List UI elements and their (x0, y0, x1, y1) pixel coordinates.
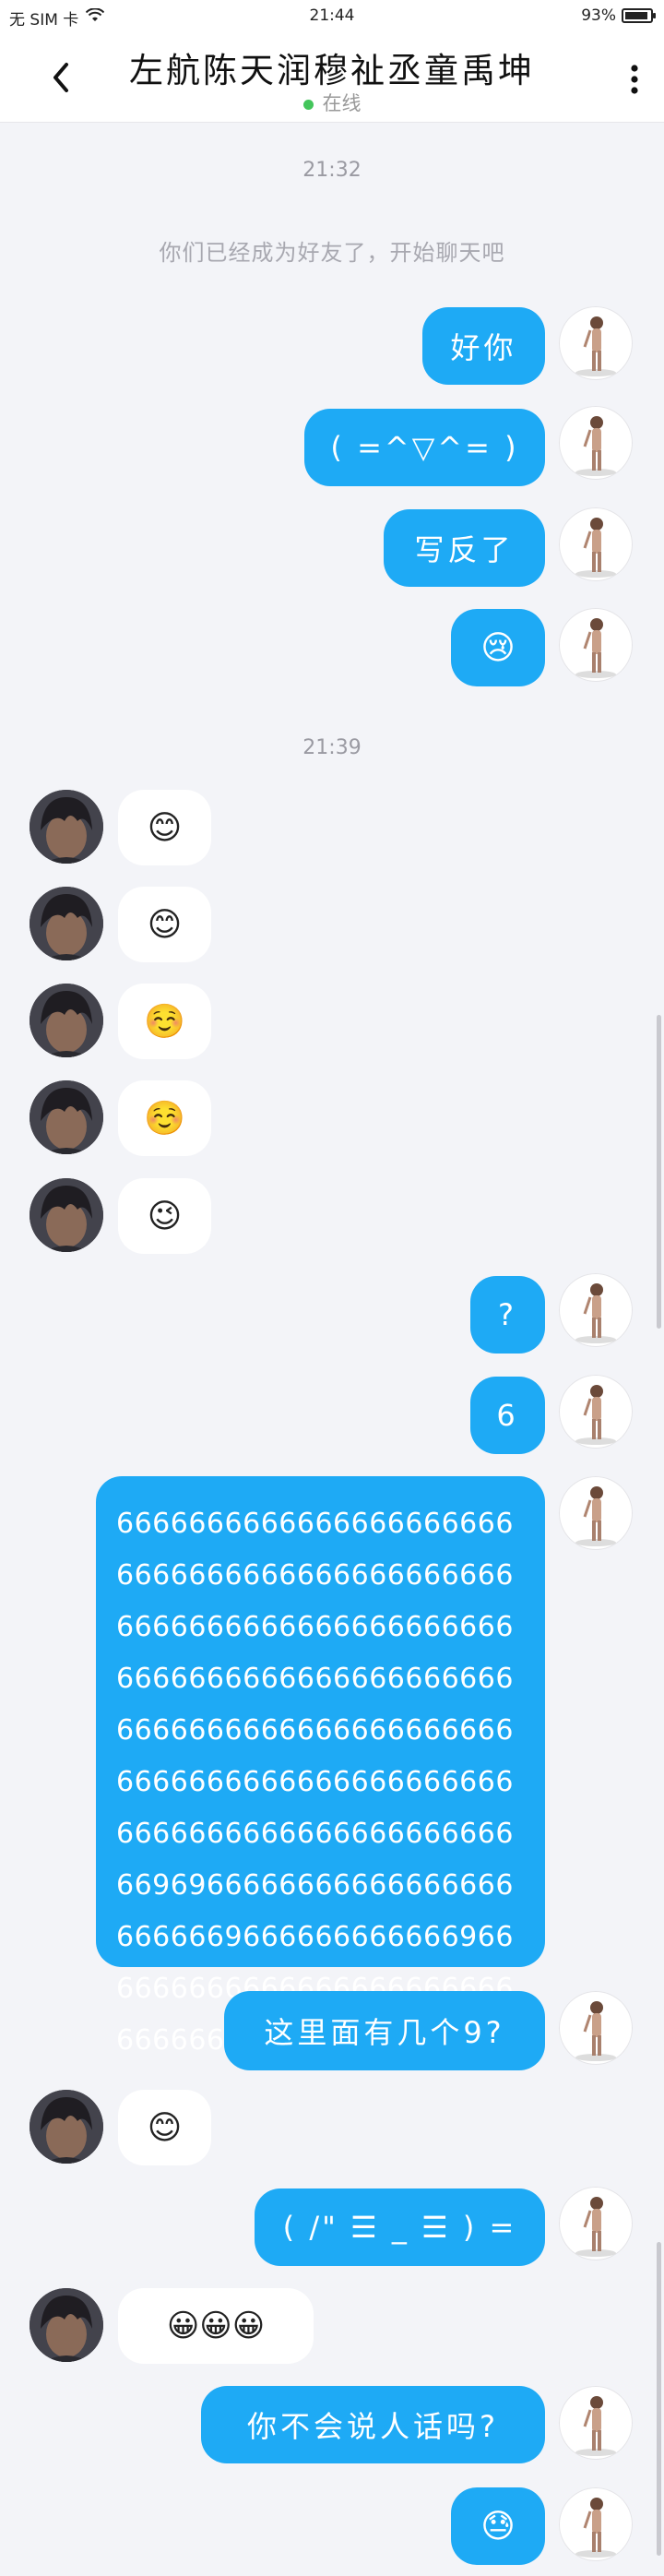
contact-name: 左航陈天润穆祉丞童禹坤 (129, 51, 535, 90)
online-status: 在线 (0, 89, 664, 116)
avatar-image (575, 618, 616, 678)
avatar[interactable] (559, 2187, 633, 2260)
avatar-image (30, 984, 103, 1057)
avatar[interactable] (30, 1178, 103, 1252)
message-timestamp: 21:32 (302, 159, 362, 182)
message-timestamp: 21:39 (302, 736, 362, 759)
avatar[interactable] (559, 1991, 633, 2065)
online-dot-icon (302, 99, 314, 110)
avatar-image (575, 2498, 616, 2558)
message-bubble-sent[interactable]: 😓 (451, 2487, 545, 2565)
message-bubble-sent[interactable]: 你不会说人话吗? (201, 2386, 545, 2463)
message-bubble-received[interactable]: ☺️ (118, 984, 211, 1059)
avatar-image (30, 790, 103, 864)
message-bubble-sent[interactable]: ( =^▽^= ) (304, 409, 545, 486)
message-bubble-sent[interactable]: ( /" ☰ _ ☰ ) = (255, 2188, 545, 2266)
more-vertical-icon (631, 65, 638, 94)
avatar-image (30, 2288, 103, 2362)
avatar[interactable] (559, 1375, 633, 1449)
avatar-image (30, 1178, 103, 1252)
status-time: 21:44 (309, 6, 355, 25)
avatar[interactable] (559, 406, 633, 480)
battery-text: 93% (581, 6, 616, 25)
avatar-image (575, 1283, 616, 1343)
avatar[interactable] (559, 507, 633, 581)
battery-fill (625, 12, 647, 19)
message-bubble-sent[interactable]: 好你 (422, 307, 545, 385)
avatar[interactable] (559, 608, 633, 682)
message-bubble-received[interactable]: 😊 (118, 2090, 211, 2165)
avatar-image (575, 316, 616, 376)
avatar-image (575, 518, 616, 578)
avatar-image (30, 887, 103, 960)
avatar-image (575, 2001, 616, 2061)
scrollbar[interactable] (657, 1015, 661, 1329)
message-bubble-received[interactable]: 😀😀😀 (118, 2288, 314, 2364)
avatar[interactable] (30, 984, 103, 1057)
message-bubble-received[interactable]: 😊 (118, 790, 211, 865)
chat-header: 左航陈天润穆祉丞童禹坤 在线 (0, 33, 664, 123)
message-bubble-sent[interactable]: 写反了 (384, 509, 545, 587)
online-status-text: 在线 (322, 92, 362, 114)
message-bubble-sent[interactable]: ? (470, 1276, 545, 1354)
avatar-image (575, 1486, 616, 1546)
avatar[interactable] (559, 2386, 633, 2460)
avatar-image (575, 2197, 616, 2257)
avatar[interactable] (559, 306, 633, 380)
message-bubble-received[interactable]: 😉 (118, 1178, 211, 1254)
status-bar: 无 SIM 卡 21:44 93% (0, 0, 664, 33)
message-bubble-sent[interactable]: 6666666666666666666666666666666666666666… (96, 1476, 545, 2057)
avatar[interactable] (30, 790, 103, 864)
avatar[interactable] (30, 1080, 103, 1154)
battery-icon (622, 8, 656, 23)
avatar-image (575, 416, 616, 476)
message-bubble-received[interactable]: 😊 (118, 887, 211, 962)
more-options-button[interactable] (623, 61, 646, 98)
avatar[interactable] (559, 1476, 633, 1550)
avatar-image (30, 1080, 103, 1154)
avatar[interactable] (30, 887, 103, 960)
message-bubble-received[interactable]: ☺️ (118, 1080, 211, 1156)
system-message: 你们已经成为好友了，开始聊天吧 (159, 240, 505, 266)
message-bubble-sent[interactable]: 😢 (451, 609, 545, 686)
avatar-image (575, 1385, 616, 1445)
message-bubble-sent[interactable]: 6 (470, 1377, 545, 1454)
avatar[interactable] (559, 1273, 633, 1347)
message-bubble-sent[interactable]: 这里面有几个9? (224, 1991, 545, 2070)
avatar-image (30, 2090, 103, 2164)
scrollbar[interactable] (657, 2242, 661, 2556)
avatar[interactable] (30, 2288, 103, 2362)
avatar-image (575, 2396, 616, 2456)
avatar[interactable] (559, 2487, 633, 2561)
avatar[interactable] (30, 2090, 103, 2164)
